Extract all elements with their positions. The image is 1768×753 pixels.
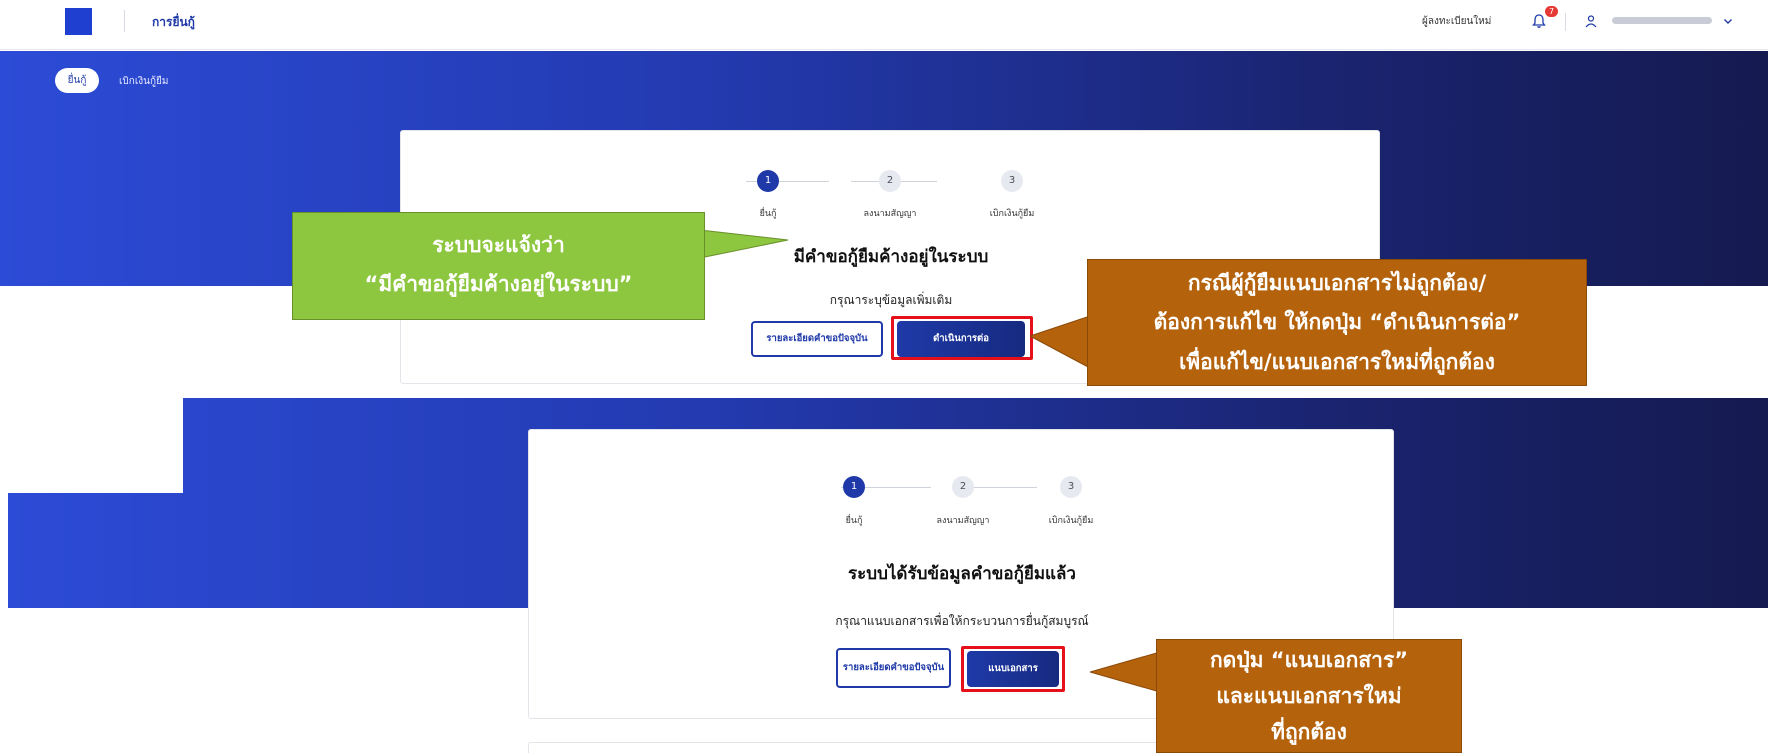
step-1-label: ยื่นกู้ [759, 209, 777, 219]
notification-badge: 7 [1545, 6, 1558, 17]
step-1-indicator: 1 [757, 170, 779, 192]
callout-line: “มีคำขอกู้ยืมค้างอยู่ในระบบ” [364, 272, 633, 296]
step-3-label: เบิกเงินกู้ยืม [1048, 516, 1094, 526]
step-1-label: ยื่นกู้ [845, 516, 863, 526]
nav-title[interactable]: การยื่นกู้ [152, 13, 195, 32]
callout-line: เพื่อแก้ไข/แนบเอกสารใหม่ที่ถูกต้อง [1179, 350, 1495, 374]
bell-icon[interactable] [1531, 13, 1547, 29]
highlight-box [891, 316, 1033, 360]
card-subtitle: กรุณาระบุข้อมูลเพิ่มเติม [829, 293, 953, 307]
step-3-indicator: 3 [1060, 476, 1082, 498]
app-logo[interactable] [65, 8, 92, 35]
highlight-box [961, 646, 1065, 692]
callout-line: กรณีผู้กู้ยืมแนบเอกสารไม่ถูกต้อง/ [1187, 271, 1487, 295]
callout-pointer [1090, 652, 1160, 692]
background-panel [0, 398, 183, 493]
step-2-label: ลงนามสัญญา [936, 516, 990, 526]
annotated-screenshot: การยื่นกู้ ผู้ลงทะเบียนใหม่ 7 ยื่นกู้ เบ… [0, 0, 1768, 753]
new-registrant-link[interactable]: ผู้ลงทะเบียนใหม่ [1422, 14, 1491, 29]
step-2-indicator: 2 [952, 476, 974, 498]
step-1-indicator: 1 [843, 476, 865, 498]
callout-line: กดปุ่ม “แนบเอกสาร” [1209, 648, 1409, 672]
callout-line: และแนบเอกสารใหม่ [1216, 684, 1402, 708]
step-3-label: เบิกเงินกู้ยืม [989, 209, 1035, 219]
step-2-label: ลงนามสัญญา [863, 209, 917, 219]
callout-line: ต้องการแก้ไข ให้กดปุ่ม “ดำเนินการต่อ” [1153, 310, 1521, 334]
orange-callout-bottom: กดปุ่ม “แนบเอกสาร” และแนบเอกสารใหม่ ที่ถ… [1156, 639, 1462, 753]
orange-callout-top: กรณีผู้กู้ยืมแนบเอกสารไม่ถูกต้อง/ ต้องกา… [1087, 259, 1587, 386]
card-title: ระบบได้รับข้อมูลคำขอกู้ยืมแล้ว [848, 564, 1076, 584]
step-2-indicator: 2 [879, 170, 901, 192]
chevron-down-icon[interactable] [1722, 15, 1734, 27]
nav-divider [124, 10, 125, 32]
callout-pointer [1030, 316, 1090, 369]
nav-separator [1565, 13, 1566, 31]
callout-line: ระบบจะแจ้งว่า [432, 233, 565, 257]
tab-submit-loan[interactable]: ยื่นกู้ [55, 68, 99, 93]
step-3-indicator: 3 [1001, 170, 1023, 192]
card-subtitle: กรุณาแนบเอกสารเพื่อให้กระบวนการยื่นกู้สม… [835, 614, 1089, 628]
top-navbar: การยื่นกู้ ผู้ลงทะเบียนใหม่ 7 [0, 0, 1768, 50]
user-name-blurred[interactable] [1612, 17, 1712, 24]
callout-line: ที่ถูกต้อง [1271, 720, 1347, 744]
current-request-details-button[interactable]: รายละเอียดคำขอปัจจุบัน [836, 648, 951, 688]
green-callout: ระบบจะแจ้งว่า “มีคำขอกู้ยืมค้างอยู่ในระบ… [292, 212, 705, 320]
callout-pointer [700, 229, 789, 259]
tab-disbursement[interactable]: เบิกเงินกู้ยืม [119, 74, 168, 89]
current-request-details-button[interactable]: รายละเอียดคำขอปัจจุบัน [751, 321, 883, 357]
user-icon[interactable] [1584, 14, 1598, 28]
